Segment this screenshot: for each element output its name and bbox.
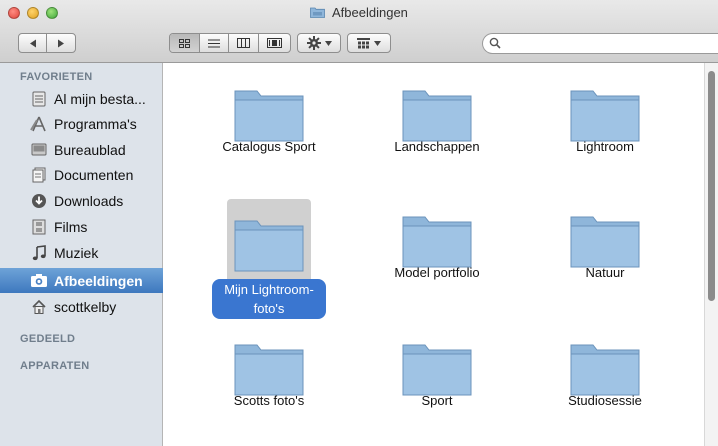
folder-item[interactable]: Landschappen [352, 63, 522, 183]
sidebar-item-all-files[interactable]: Al mijn besta... [0, 86, 163, 111]
toolbar: Afbeeldingen [0, 0, 718, 63]
folder-label: Catalogus Sport [222, 139, 316, 154]
folder-icon [402, 216, 472, 268]
sidebar-item-label: Muziek [54, 244, 99, 261]
forward-button[interactable] [47, 34, 75, 52]
sidebar-item-label: Programma's [54, 115, 137, 132]
column-view-icon [236, 38, 250, 48]
folder-item[interactable]: Scotts foto's [184, 317, 354, 437]
sidebar-item-label: Al mijn besta... [54, 90, 146, 107]
list-view-button[interactable] [200, 34, 230, 52]
folder-item[interactable]: Studiosessie [520, 317, 690, 437]
folder-icon [570, 344, 640, 396]
folder-label: Lightroom [576, 139, 634, 154]
folder-item[interactable]: Lightroom [520, 63, 690, 183]
home-icon [30, 298, 48, 316]
downloads-icon [30, 192, 48, 210]
folder-icon-wrap [398, 209, 476, 273]
vertical-scrollbar[interactable] [704, 63, 718, 446]
folder-icon-wrap [230, 337, 308, 401]
sidebar-section-devices: APPARATEN [20, 360, 90, 372]
folder-icon [310, 7, 325, 18]
sidebar-item-pictures[interactable]: Afbeeldingen [0, 268, 163, 293]
chevron-right-icon [58, 39, 64, 47]
folder-item[interactable]: Natuur [520, 189, 690, 309]
folder-icon [570, 90, 640, 142]
sidebar-item-label: Bureaublad [54, 141, 126, 158]
sidebar-item-applications[interactable]: Programma's [0, 111, 163, 136]
folder-icon-wrap [227, 199, 311, 289]
sidebar-item-label: Documenten [54, 166, 134, 183]
arrange-menu-button[interactable] [347, 33, 391, 53]
chevron-down-icon [374, 40, 381, 46]
folder-item[interactable]: Catalogus Sport [184, 63, 354, 183]
cover-flow-button[interactable] [259, 34, 290, 52]
folder-icon [234, 90, 304, 142]
applications-icon [30, 115, 48, 133]
sidebar-item-label: Afbeeldingen [54, 272, 143, 289]
folder-icon [570, 216, 640, 268]
folder-item[interactable]: Sport [352, 317, 522, 437]
gear-icon [306, 36, 321, 50]
view-mode-control [169, 33, 291, 53]
folder-icon-wrap [566, 83, 644, 147]
folder-icon-wrap [566, 209, 644, 273]
icon-view-icon [178, 38, 190, 48]
sidebar-item-music[interactable]: Muziek [0, 240, 163, 265]
folder-icon-wrap [398, 337, 476, 401]
folder-icon [402, 90, 472, 142]
sidebar-item-label: Downloads [54, 192, 124, 209]
search-icon [489, 37, 501, 49]
sidebar-item-movies[interactable]: Films [0, 214, 163, 239]
sidebar-item-home[interactable]: scottkelby [0, 294, 163, 319]
arrange-icon [357, 37, 370, 48]
search-input[interactable] [505, 36, 709, 53]
documents-icon [30, 166, 48, 184]
folder-label: Model portfolio [394, 265, 480, 280]
folder-icon [234, 220, 304, 272]
sidebar-item-desktop[interactable]: Bureaublad [0, 137, 163, 162]
folder-icon-wrap [230, 83, 308, 147]
folder-label: Natuur [585, 265, 625, 280]
sidebar-item-label: scottkelby [54, 298, 117, 315]
folder-label: Sport [421, 393, 453, 408]
list-view-icon [207, 39, 220, 47]
cover-flow-icon [266, 38, 282, 48]
music-icon [30, 244, 48, 262]
sidebar-item-label: Films [54, 218, 88, 235]
desktop-icon [30, 141, 48, 159]
window-title-text: Afbeeldingen [332, 5, 408, 20]
folder-item-selected[interactable]: Mijn Lightroom-foto's [184, 189, 354, 319]
sidebar-item-documents[interactable]: Documenten [0, 162, 163, 187]
folder-label: Mijn Lightroom-foto's [184, 279, 354, 319]
icon-view-button[interactable] [170, 34, 200, 52]
folder-icon [402, 344, 472, 396]
all-files-icon [30, 90, 48, 108]
folder-label: Studiosessie [568, 393, 642, 408]
sidebar-section-favorites: FAVORIETEN [20, 71, 93, 83]
column-view-button[interactable] [229, 34, 259, 52]
folder-label: Landschappen [394, 139, 480, 154]
window-title: Afbeeldingen [0, 5, 718, 20]
chevron-down-icon [324, 40, 332, 46]
sidebar: FAVORIETEN Al mijn besta... Programma's … [0, 63, 163, 446]
folder-item[interactable]: Model portfolio [352, 189, 522, 309]
folder-icon-wrap [566, 337, 644, 401]
camera-icon [30, 272, 48, 290]
sidebar-section-shared: GEDEELD [20, 333, 76, 345]
scrollbar-thumb[interactable] [708, 71, 715, 301]
back-button[interactable] [19, 34, 48, 52]
file-browser-content: Catalogus Sport Landschappen Lightroom M… [164, 63, 718, 446]
folder-icon-wrap [398, 83, 476, 147]
back-forward-control [18, 33, 76, 53]
action-menu-button[interactable] [297, 33, 341, 53]
movies-icon [30, 218, 48, 236]
search-field[interactable] [482, 33, 718, 54]
folder-icon [234, 344, 304, 396]
chevron-left-icon [29, 39, 36, 47]
folder-label: Scotts foto's [233, 393, 305, 408]
sidebar-item-downloads[interactable]: Downloads [0, 188, 163, 213]
finder-window: Afbeeldingen FAVORIETEN Al mijn besta...… [0, 0, 718, 446]
